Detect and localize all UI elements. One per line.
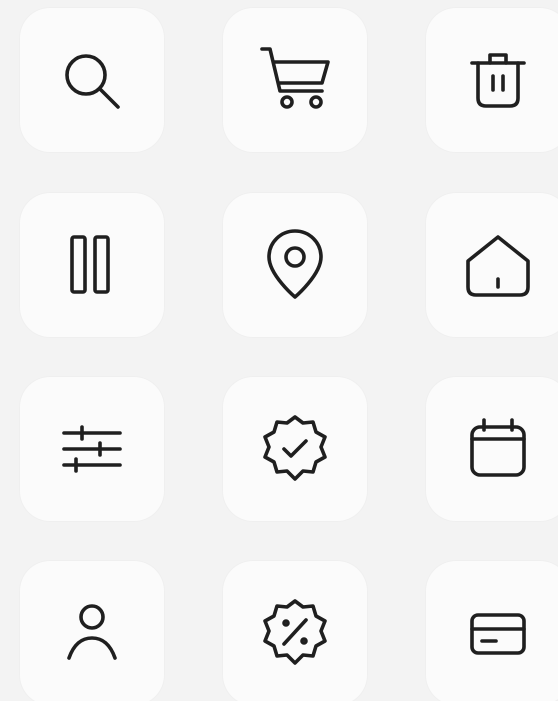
sliders-tile[interactable] bbox=[20, 377, 164, 521]
sliders-icon bbox=[62, 425, 122, 473]
trash-tile[interactable] bbox=[426, 8, 558, 152]
location-pin-tile[interactable] bbox=[223, 193, 367, 337]
credit-card-icon bbox=[470, 613, 526, 655]
search-tile[interactable] bbox=[20, 8, 164, 152]
pause-tile[interactable] bbox=[20, 193, 164, 337]
home-icon bbox=[466, 235, 530, 297]
verified-badge-icon bbox=[263, 415, 327, 481]
user-tile[interactable] bbox=[20, 561, 164, 701]
pause-icon bbox=[70, 235, 110, 294]
calendar-tile[interactable] bbox=[426, 377, 558, 521]
icon-grid bbox=[0, 0, 558, 701]
location-pin-icon bbox=[267, 229, 323, 299]
cart-icon bbox=[260, 47, 330, 109]
home-tile[interactable] bbox=[426, 193, 558, 337]
verified-badge-tile[interactable] bbox=[223, 377, 367, 521]
search-icon bbox=[65, 54, 120, 109]
calendar-icon bbox=[470, 418, 526, 477]
cart-tile[interactable] bbox=[223, 8, 367, 152]
discount-badge-tile[interactable] bbox=[223, 561, 367, 701]
user-icon bbox=[67, 604, 117, 660]
trash-icon bbox=[470, 53, 526, 108]
discount-badge-icon bbox=[263, 599, 327, 665]
credit-card-tile[interactable] bbox=[426, 561, 558, 701]
